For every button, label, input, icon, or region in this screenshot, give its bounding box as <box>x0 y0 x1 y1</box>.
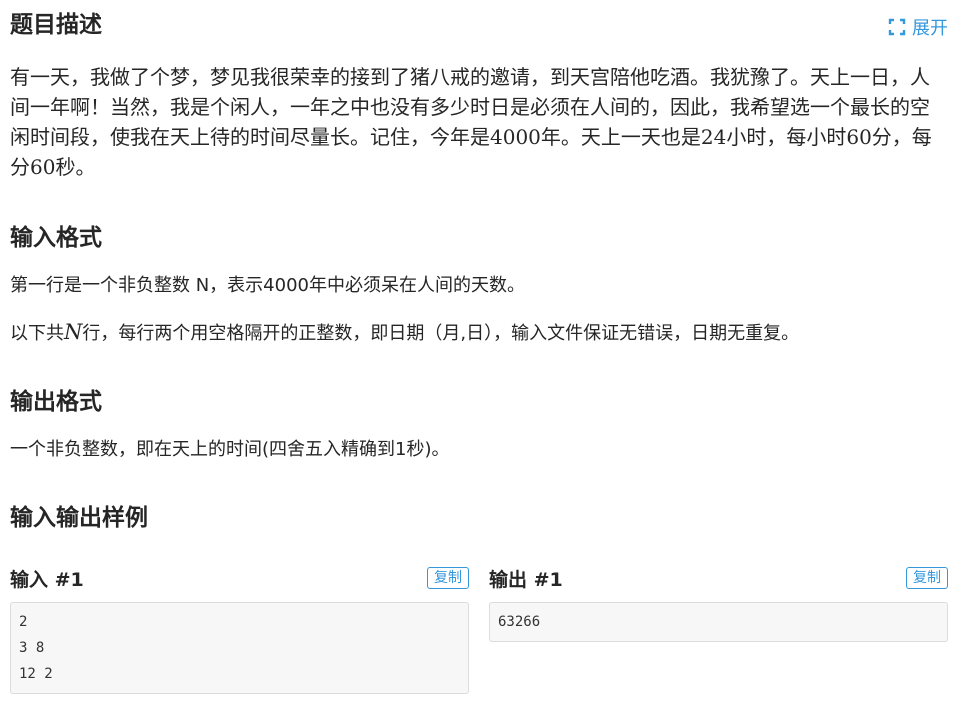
input-format-section: 输入格式 第一行是一个非负整数 N，表示4000年中必须呆在人间的天数。 以下共… <box>10 222 948 348</box>
math-variable-n: N <box>64 320 83 344</box>
expand-icon <box>888 18 906 36</box>
sample-input-line: 3 8 <box>19 640 45 656</box>
description-title: 题目描述 <box>10 12 102 38</box>
description-header: 题目描述 展开 <box>10 0 948 52</box>
output-format-line: 一个非负整数，即在天上的时间(四舍五入精确到1秒)。 <box>10 439 450 460</box>
sample-output-header: 输出 #1 复制 <box>489 560 948 596</box>
samples-container: 输入 #1 复制 2 3 8 12 2 输出 #1 复制 63266 <box>10 560 948 694</box>
problem-page: 题目描述 展开 有一天，我做了个梦，梦见我很荣幸的接到了猪八戒的邀请，到天宫陪他… <box>10 0 948 534</box>
copy-output-button[interactable]: 复制 <box>906 567 948 589</box>
samples-title: 输入输出样例 <box>10 505 148 531</box>
sample-input-box[interactable]: 2 3 8 12 2 <box>10 602 469 694</box>
sample-input-line: 2 <box>19 614 28 630</box>
sample-output-label: 输出 #1 <box>489 568 563 591</box>
output-format-section: 输出格式 一个非负整数，即在天上的时间(四舍五入精确到1秒)。 <box>10 386 948 464</box>
description-text: 有一天，我做了个梦，梦见我很荣幸的接到了猪八戒的邀请，到天宫陪他吃酒。我犹豫了。… <box>10 65 932 179</box>
expand-button[interactable]: 展开 <box>888 14 948 40</box>
input-line2-prefix: 以下共 <box>10 323 64 344</box>
input-format-title: 输入格式 <box>10 225 102 251</box>
input-format-line2: 以下共N行，每行两个用空格隔开的正整数，即日期（月,日），输入文件保证无错误，日… <box>10 318 948 348</box>
samples-section: 输入输出样例 <box>10 502 948 534</box>
sample-output-box[interactable]: 63266 <box>489 602 948 642</box>
output-format-title: 输出格式 <box>10 389 102 415</box>
sample-input-label: 输入 #1 <box>10 568 84 591</box>
input-format-line1: 第一行是一个非负整数 N，表示4000年中必须呆在人间的天数。 <box>10 275 525 296</box>
sample-input-column: 输入 #1 复制 2 3 8 12 2 <box>10 560 469 694</box>
expand-label: 展开 <box>912 18 948 39</box>
sample-input-line: 12 2 <box>19 666 53 682</box>
sample-input-header: 输入 #1 复制 <box>10 560 469 596</box>
input-line2-suffix: 行，每行两个用空格隔开的正整数，即日期（月,日），输入文件保证无错误，日期无重复… <box>82 323 800 344</box>
sample-output-column: 输出 #1 复制 63266 <box>489 560 948 694</box>
copy-input-button[interactable]: 复制 <box>427 567 469 589</box>
sample-output-line: 63266 <box>498 614 541 630</box>
